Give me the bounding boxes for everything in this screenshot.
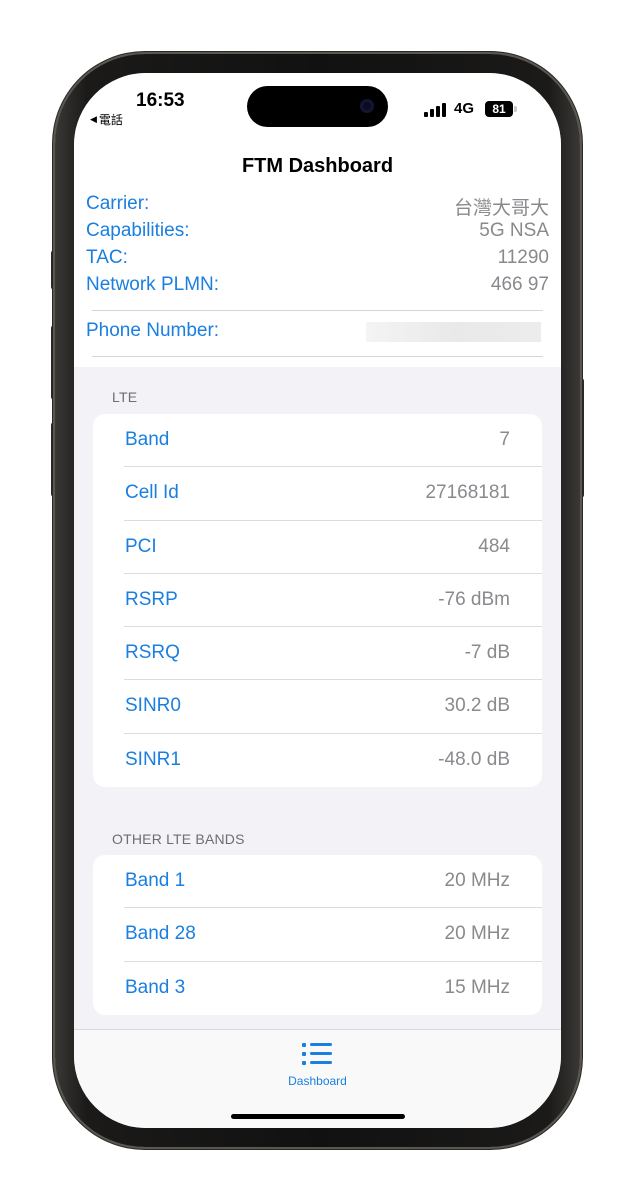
plmn-row: Network PLMN: 466 97 [86, 274, 549, 301]
row-label: RSRP [125, 588, 178, 610]
list-item[interactable]: Band 7 [93, 414, 542, 468]
row-label: SINR1 [125, 748, 181, 770]
carrier-info-header: FTM Dashboard Carrier: 台灣大哥大 Capabilitie… [74, 137, 561, 367]
tac-label: TAC: [86, 247, 128, 268]
battery-nub [514, 106, 517, 112]
row-value: 20 MHz [444, 923, 510, 945]
row-label: SINR0 [125, 695, 181, 717]
status-time: 16:53 [136, 90, 185, 111]
list-item[interactable]: Band 28 20 MHz [93, 908, 542, 962]
row-label: RSRQ [125, 642, 180, 664]
carrier-label: Carrier: [86, 193, 150, 214]
list-item[interactable]: SINR1 -48.0 dB [93, 734, 542, 787]
plmn-label: Network PLMN: [86, 274, 220, 295]
row-label: PCI [125, 535, 157, 557]
divider [92, 310, 543, 311]
tac-value: 11290 [497, 247, 549, 268]
capabilities-label: Capabilities: [86, 220, 190, 241]
divider [92, 356, 543, 357]
list-bullet-icon [302, 1042, 332, 1066]
page-title: FTM Dashboard [241, 155, 394, 177]
other-lte-bands-section-header: OTHER LTE BANDS [112, 831, 245, 847]
tab-label: Dashboard [288, 1074, 347, 1088]
battery-icon: 81 [485, 101, 513, 117]
row-value: 15 MHz [444, 976, 510, 998]
list-item[interactable]: Cell Id 27168181 [93, 467, 542, 521]
tab-bar: Dashboard [74, 1029, 561, 1128]
camera-icon [360, 99, 374, 113]
list-item[interactable]: RSRQ -7 dB [93, 627, 542, 681]
row-value: -76 dBm [438, 588, 510, 610]
plmn-value: 466 97 [490, 274, 549, 295]
row-value: 7 [499, 429, 510, 450]
network-type: 4G [454, 100, 475, 117]
home-indicator[interactable] [231, 1114, 405, 1119]
phone-number-label: Phone Number: [86, 320, 220, 341]
back-to-app[interactable]: ◀ 電話 [90, 111, 123, 128]
back-triangle-icon: ◀ [90, 114, 97, 124]
lte-card: Band 7 Cell Id 27168181 PCI 484 RSRP -76… [93, 414, 542, 788]
row-value: 484 [478, 535, 510, 557]
row-value: 27168181 [425, 482, 510, 504]
status-bar: 16:53 ◀ 電話 4G 81 [74, 73, 561, 137]
list-item[interactable]: PCI 484 [93, 521, 542, 574]
row-value: -7 dB [464, 642, 510, 664]
list-item[interactable]: Band 3 15 MHz [93, 962, 542, 1015]
row-value: 20 MHz [444, 870, 510, 891]
row-label: Band 1 [125, 870, 186, 891]
back-app-label: 電話 [98, 113, 123, 127]
phone-number-row: Phone Number: [86, 320, 549, 347]
lte-section-header: LTE [112, 389, 138, 405]
tac-row: TAC: 11290 [86, 247, 549, 274]
row-label: Band 3 [125, 976, 186, 998]
tab-dashboard[interactable]: Dashboard [74, 1030, 561, 1100]
row-label: Band 28 [125, 923, 196, 945]
list-item[interactable]: Band 1 20 MHz [93, 855, 542, 909]
list-item[interactable]: RSRP -76 dBm [93, 574, 542, 628]
capabilities-value: 5G NSA [479, 220, 549, 241]
row-label: Cell Id [125, 482, 179, 504]
row-label: Band [125, 429, 170, 450]
list-item[interactable]: SINR0 30.2 dB [93, 680, 542, 734]
capabilities-row: Capabilities: 5G NSA [86, 220, 549, 247]
stage: 16:53 ◀ 電話 4G 81 FTM Dashboard Carrier: [0, 0, 635, 1200]
row-value: 30.2 dB [444, 695, 511, 717]
other-lte-bands-card: Band 1 20 MHz Band 28 20 MHz Band 3 15 M… [93, 855, 542, 1015]
signal-bars-icon [424, 103, 448, 117]
redacted-phone-number [366, 322, 541, 342]
carrier-row: Carrier: 台灣大哥大 [86, 193, 549, 220]
phone-screen: 16:53 ◀ 電話 4G 81 FTM Dashboard Carrier: [74, 73, 561, 1128]
row-value: -48.0 dB [438, 748, 510, 770]
dynamic-island [247, 86, 388, 127]
carrier-value: 台灣大哥大 [453, 198, 549, 219]
